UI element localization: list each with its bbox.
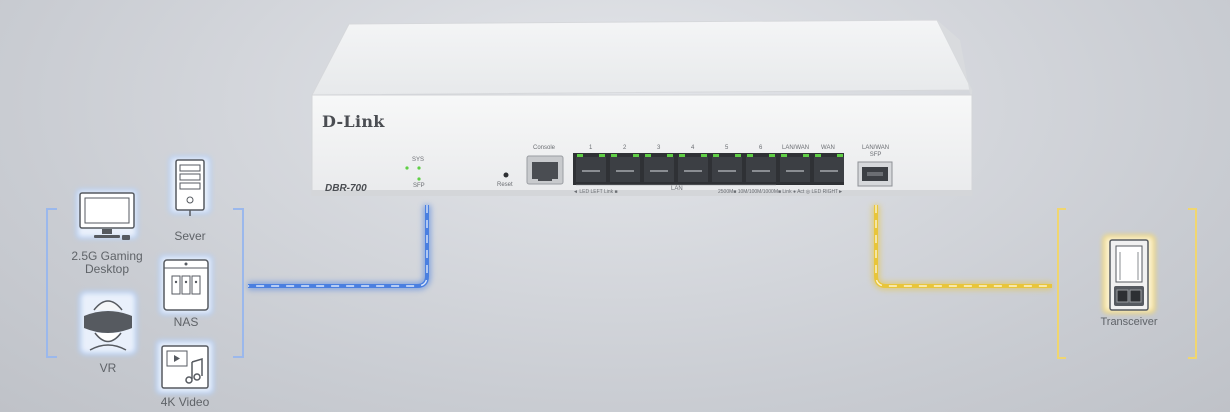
console-label: Console — [533, 145, 556, 151]
video-label: 4K Video — [160, 395, 210, 409]
sys-led-label: SYS — [412, 157, 425, 163]
reset-button[interactable] — [503, 172, 509, 178]
sfp-transceiver-icon — [1102, 234, 1156, 314]
led-legend-right: 2500M■ 10M/100M/1000M■ Link ● Act ◎ LED … — [718, 189, 844, 195]
sys-led-left — [405, 166, 409, 170]
video-file-icon — [155, 339, 215, 395]
port-label-3: 3 — [657, 145, 661, 151]
vr-headset-icon — [78, 290, 138, 356]
sfp-port-label: LAN/WAN SFP — [862, 145, 890, 158]
nas-label: NAS — [173, 315, 199, 329]
server-label: Sever — [174, 229, 206, 243]
port-label-5: 5 — [725, 145, 729, 151]
sfp-led — [417, 177, 421, 181]
transceiver-label: Transceiver — [1100, 316, 1158, 328]
lan-label: LAN — [671, 186, 683, 192]
port-label-1: 1 — [589, 145, 593, 151]
ethernet-port-5 — [712, 157, 742, 182]
sys-led — [417, 166, 421, 170]
port-label-2: 2 — [623, 145, 627, 151]
ethernet-port-wan — [814, 157, 844, 182]
gaming-desktop-label: 2.5G Gaming Desktop — [71, 249, 143, 276]
ethernet-port-2 — [610, 157, 640, 182]
nas-icon — [158, 254, 214, 316]
port-label-wan: WAN — [821, 145, 835, 151]
led-legend-left: ◄ LED LEFT Link ■ — [573, 189, 618, 195]
ethernet-port-1 — [576, 157, 606, 182]
model-name: DBR-700 — [325, 183, 367, 194]
ethernet-port-lanwan — [780, 157, 810, 182]
sfp-led-label: SFP — [413, 183, 425, 189]
blue-cable — [248, 205, 431, 290]
port-label-4: 4 — [691, 145, 695, 151]
port-label-lanwan: LAN/WAN — [782, 145, 810, 151]
router — [311, 19, 973, 196]
tower-server-icon — [168, 155, 212, 216]
router-top-face — [311, 19, 973, 96]
ethernet-port-6 — [746, 157, 776, 182]
monitor-icon — [75, 188, 139, 240]
port-label-6: 6 — [759, 145, 763, 151]
brand-logo: D-Link — [322, 112, 385, 131]
vr-label: VR — [99, 361, 117, 375]
ethernet-port-4 — [678, 157, 708, 182]
ethernet-port-3 — [644, 157, 674, 182]
network-diagram — [46, 19, 1197, 395]
yellow-cable — [872, 205, 1052, 290]
reset-label: Reset — [497, 182, 513, 188]
